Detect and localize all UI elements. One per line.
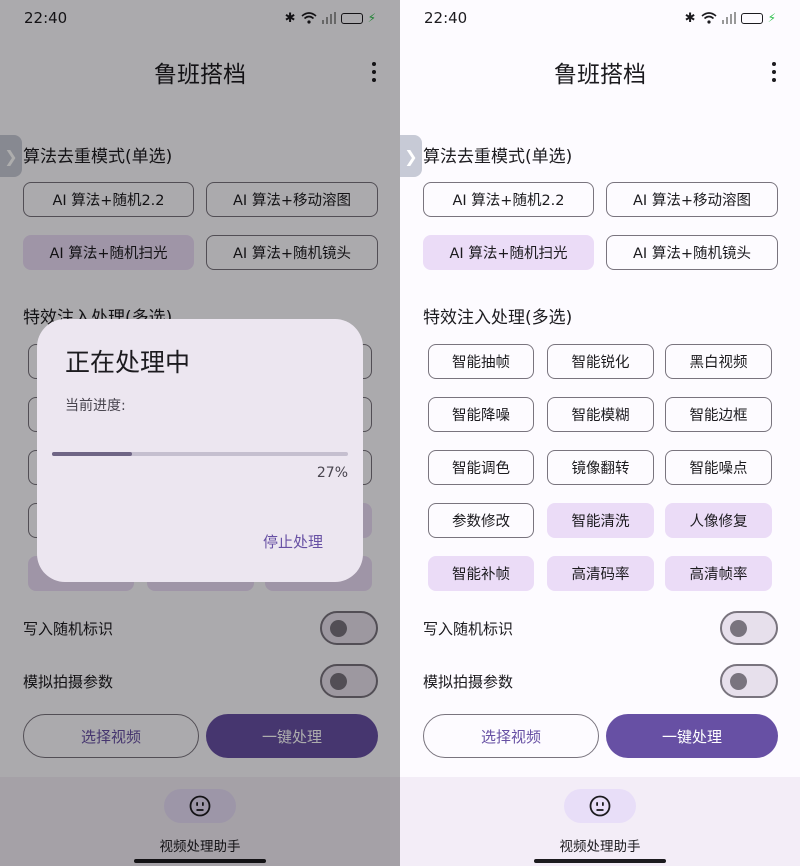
switch-row-shoot-params: 模拟拍摄参数 <box>423 663 778 699</box>
effect-chip-params[interactable]: 参数修改 <box>428 503 534 538</box>
nav-item-assistant[interactable] <box>564 789 636 823</box>
switch-label: 模拟拍摄参数 <box>423 672 514 691</box>
switch-label: 写入随机标识 <box>423 619 514 638</box>
shoot-params-switch[interactable] <box>720 664 778 698</box>
random-id-switch[interactable] <box>720 611 778 645</box>
effect-chip-denoise[interactable]: 智能降噪 <box>428 397 534 432</box>
status-bar: 22:40 ✱ ⚡ <box>400 0 800 36</box>
more-options-icon[interactable] <box>766 60 782 84</box>
effect-chip-interpolate[interactable]: 智能补帧 <box>428 556 534 591</box>
progress-bar <box>52 452 132 456</box>
effect-chip-blur[interactable]: 智能模糊 <box>547 397 654 432</box>
progress-track <box>52 452 348 456</box>
algo-option-4[interactable]: AI 算法+随机镜头 <box>606 235 778 270</box>
effect-chip-hd-framerate[interactable]: 高清帧率 <box>665 556 772 591</box>
nav-label: 视频处理助手 <box>559 839 641 855</box>
screen-processing: 22:40 ✱ ⚡ 鲁班搭档 ❯ 算法去重模式(单选) AI 算法+随机2.2 … <box>0 0 400 866</box>
app-bar: 鲁班搭档 <box>400 50 800 94</box>
status-time: 22:40 <box>424 9 468 27</box>
effect-chip-noise[interactable]: 智能噪点 <box>665 450 772 485</box>
effect-chip-color-grade[interactable]: 智能调色 <box>428 450 534 485</box>
bluetooth-icon: ✱ <box>684 10 696 26</box>
bottom-nav: 视频处理助手 <box>400 777 800 866</box>
chevron-right-icon: ❯ <box>404 146 418 166</box>
algo-section-title: 算法去重模式(单选) <box>423 147 573 167</box>
effects-section-title: 特效注入处理(多选) <box>423 308 573 328</box>
app-title: 鲁班搭档 <box>554 62 646 88</box>
effect-chip-sharpen[interactable]: 智能锐化 <box>547 344 654 379</box>
effect-chip-hd-bitrate[interactable]: 高清码率 <box>547 556 654 591</box>
processing-dialog: 正在处理中 当前进度: 27% 停止处理 <box>37 319 363 582</box>
battery-icon <box>740 12 763 24</box>
signal-icon <box>721 12 736 24</box>
algo-option-2[interactable]: AI 算法+移动溶图 <box>606 182 778 217</box>
dialog-title: 正在处理中 <box>65 348 191 377</box>
effect-chip-portrait[interactable]: 人像修复 <box>665 503 772 538</box>
stop-processing-button[interactable]: 停止处理 <box>263 531 323 552</box>
algo-option-1[interactable]: AI 算法+随机2.2 <box>423 182 594 217</box>
effect-chip-mirror[interactable]: 镜像翻转 <box>547 450 654 485</box>
home-indicator <box>534 859 666 863</box>
switch-row-random-id: 写入随机标识 <box>423 610 778 646</box>
face-icon <box>589 795 611 817</box>
wifi-icon <box>701 12 717 24</box>
progress-percent: 27% <box>316 465 348 481</box>
algo-option-3[interactable]: AI 算法+随机扫光 <box>423 235 594 270</box>
effect-chip-bw[interactable]: 黑白视频 <box>665 344 772 379</box>
effect-chip-frame-sampling[interactable]: 智能抽帧 <box>428 344 534 379</box>
effect-chip-clean[interactable]: 智能清洗 <box>547 503 654 538</box>
select-video-button[interactable]: 选择视频 <box>423 714 599 758</box>
charging-icon: ⚡ <box>767 11 776 25</box>
process-button[interactable]: 一键处理 <box>606 714 778 758</box>
progress-label: 当前进度: <box>65 398 126 414</box>
effect-chip-border[interactable]: 智能边框 <box>665 397 772 432</box>
side-drawer-tab[interactable]: ❯ <box>400 135 422 177</box>
screen-main: 22:40 ✱ ⚡ 鲁班搭档 ❯ 算法去重模式(单选) AI 算法+随机2.2 … <box>400 0 800 866</box>
